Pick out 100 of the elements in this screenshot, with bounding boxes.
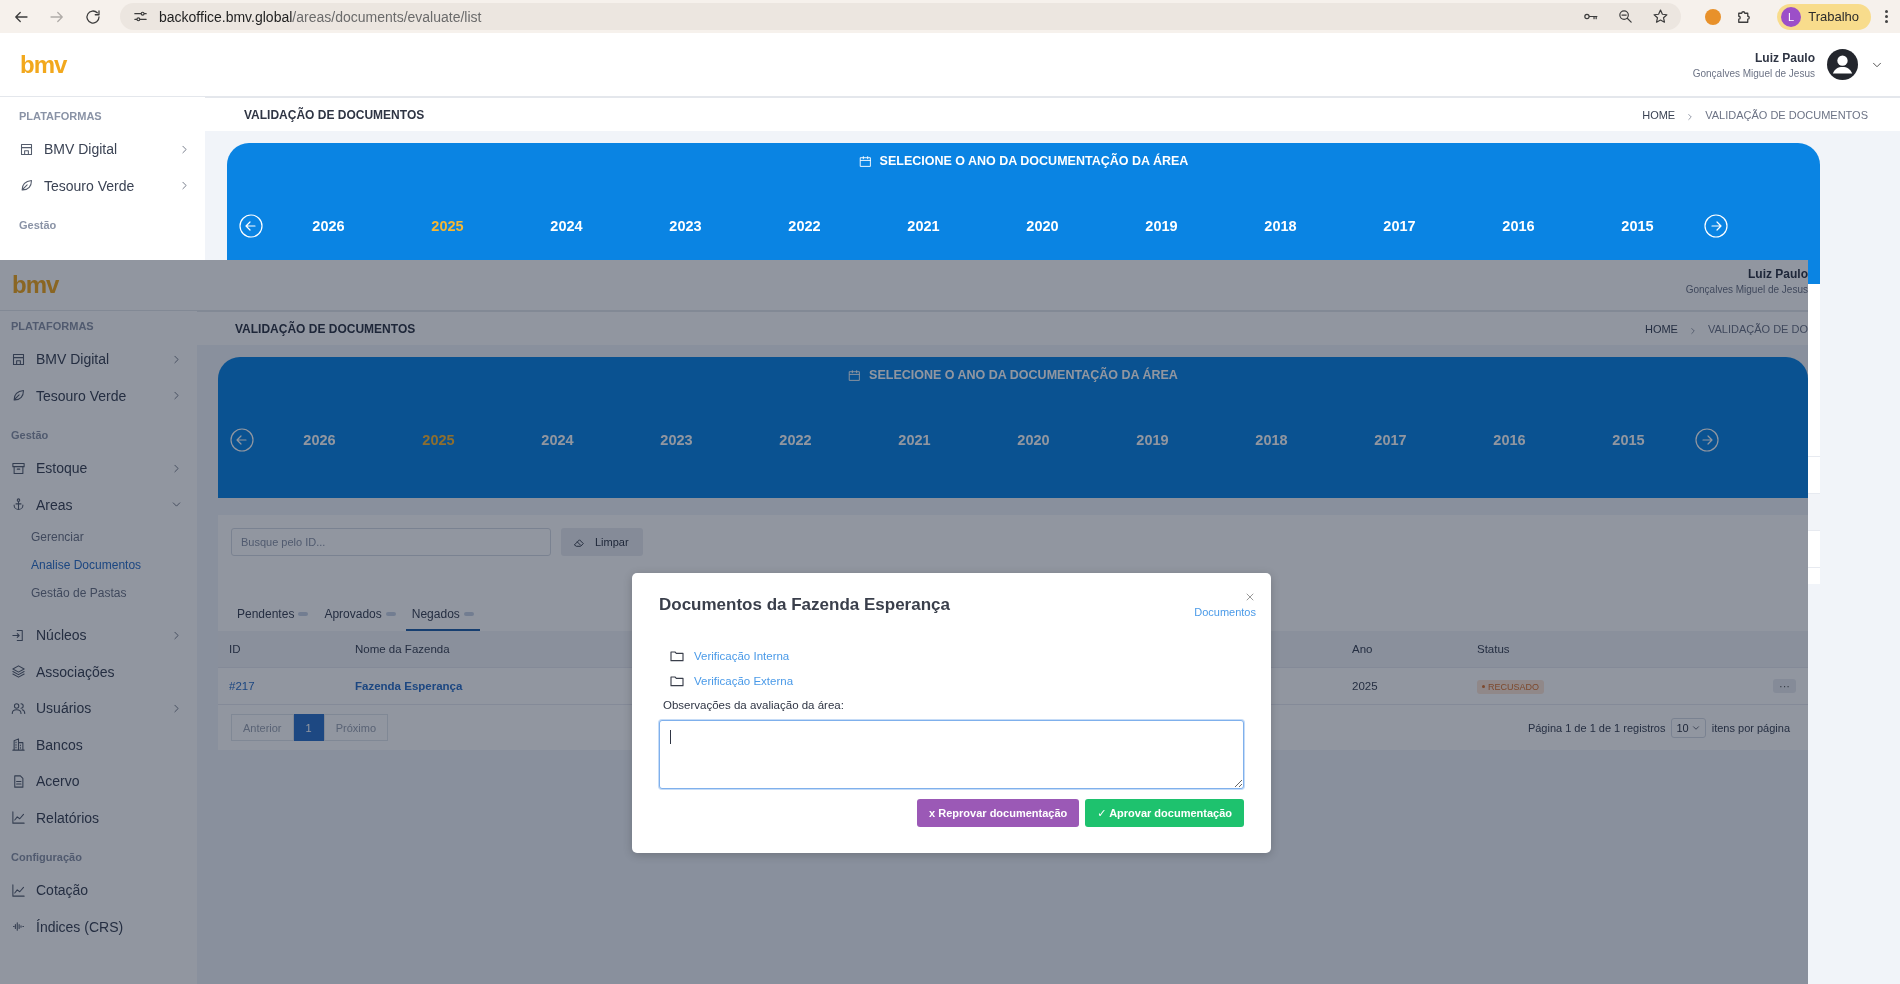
column-header: Status <box>1476 643 1511 655</box>
year-item[interactable]: 2024 <box>507 218 626 234</box>
text-cursor <box>670 730 671 744</box>
sidebar-item[interactable]: Tesouro Verde <box>19 167 191 204</box>
year-item[interactable]: 2019 <box>1102 218 1221 234</box>
breadcrumb-link[interactable]: VALIDAÇÃO DE DOCUMENTOS <box>1705 108 1868 121</box>
zoom-out-icon[interactable] <box>1617 8 1635 25</box>
year-item[interactable]: 2026 <box>260 432 379 448</box>
year-item[interactable]: 2017 <box>1331 432 1450 448</box>
breadcrumb-link[interactable]: HOME <box>1642 108 1676 121</box>
year-item[interactable]: 2023 <box>626 218 745 234</box>
year-item[interactable]: 2025 <box>388 218 507 234</box>
sidebar-item[interactable]: Bancos <box>11 726 183 763</box>
folder-icon <box>669 673 685 689</box>
year-item[interactable]: 2016 <box>1450 432 1569 448</box>
line-chart-icon <box>11 882 26 898</box>
approve-button[interactable]: ✓ Aprovar documentação <box>1085 799 1244 827</box>
folder-icon <box>669 648 685 664</box>
page-button[interactable]: 1 <box>293 714 324 741</box>
login-icon <box>11 627 26 643</box>
search-field[interactable]: Busque pelo ID... <box>231 528 551 556</box>
leaf-icon <box>19 178 34 194</box>
user-name: Luiz Paulo <box>1747 267 1808 281</box>
sidebar-item[interactable]: Usuários <box>11 690 183 727</box>
url-text: backoffice.bmv.global/areas/documents/evaluate/list <box>159 8 482 25</box>
year-item[interactable]: 2020 <box>983 218 1102 234</box>
sidebar-item[interactable]: Acervo <box>11 763 183 800</box>
table-cell[interactable]: #217 <box>218 680 344 692</box>
reject-button[interactable]: x Reprovar documentação <box>917 799 1080 827</box>
submenu-item[interactable]: Gestão de Pastas <box>31 579 127 607</box>
year-card-title: SELECIONE O ANO DA DOCUMENTAÇÃO DA ÁREA <box>879 154 1189 168</box>
arrow-right-icon[interactable] <box>1704 214 1728 238</box>
year-item[interactable]: 2019 <box>1093 432 1212 448</box>
star-icon[interactable] <box>1652 8 1670 25</box>
section-heading: Configuração <box>11 850 83 865</box>
notes-field[interactable] <box>659 720 1244 789</box>
clear-button[interactable]: Limpar <box>561 528 643 556</box>
documents-link[interactable]: Documentos <box>1194 606 1256 618</box>
folder-link[interactable]: Verificação Externa <box>694 675 794 687</box>
tab[interactable]: Pendentes <box>231 601 315 631</box>
sidebar-item[interactable]: Cotação <box>11 872 183 909</box>
section-heading: PLATAFORMAS <box>19 109 103 124</box>
arrow-right-icon[interactable] <box>1695 428 1719 452</box>
logo[interactable]: bmv <box>20 50 67 79</box>
close-icon[interactable] <box>1244 591 1256 603</box>
year-item[interactable]: 2022 <box>745 218 864 234</box>
arrow-left-icon[interactable] <box>239 214 263 238</box>
status-label: RECUSADO <box>1477 679 1544 694</box>
section-heading: PLATAFORMAS <box>11 319 95 334</box>
profile-button[interactable]: L Trabalho <box>1777 3 1871 30</box>
anchor-icon <box>11 497 26 513</box>
leaf-icon <box>11 388 26 404</box>
page-title: VALIDAÇÃO DE DOCUMENTOS <box>235 321 416 336</box>
section-heading: Gestão <box>19 218 58 233</box>
year-item[interactable]: 2021 <box>855 432 974 448</box>
column-header: Ano <box>1351 643 1374 655</box>
year-item[interactable]: 2016 <box>1459 218 1578 234</box>
address-bar[interactable]: backoffice.bmv.global/areas/documents/evaluate/list <box>120 3 1682 30</box>
document-icon <box>11 773 26 789</box>
sidebar-item[interactable]: Núcleos <box>11 617 183 654</box>
page-size-select[interactable]: 10 <box>1671 717 1706 738</box>
year-item[interactable]: 2026 <box>269 218 388 234</box>
calendar-icon <box>848 368 862 382</box>
sidebar-item[interactable]: Areas <box>11 486 183 523</box>
sidebar-item[interactable]: Associações <box>11 653 183 690</box>
breadcrumb-link[interactable]: VALIDAÇÃO DE DO <box>1707 322 1808 335</box>
storefront-icon <box>19 141 34 157</box>
year-item[interactable]: 2022 <box>736 432 855 448</box>
year-item[interactable]: 2023 <box>617 432 736 448</box>
column-header: Nome da Fazenda <box>354 643 451 655</box>
layers-icon <box>11 664 26 680</box>
year-item[interactable]: 2018 <box>1221 218 1340 234</box>
more-button[interactable]: ··· <box>1773 679 1796 693</box>
sidebar-item[interactable]: BMV Digital <box>19 131 191 168</box>
reload-icon[interactable] <box>84 7 102 26</box>
user-subtitle: Gonçalves Miguel de Jesus <box>1685 284 1808 295</box>
year-item[interactable]: 2015 <box>1569 432 1688 448</box>
year-item[interactable]: 2018 <box>1212 432 1331 448</box>
avatar-icon[interactable] <box>1827 49 1858 80</box>
sidebar-item[interactable]: BMV Digital <box>11 341 183 378</box>
submenu-item[interactable]: Gerenciar <box>31 523 84 551</box>
section-heading: Gestão <box>11 428 50 443</box>
year-item[interactable]: 2021 <box>864 218 983 234</box>
profile-avatar: L <box>1781 6 1802 27</box>
submenu-item[interactable]: Analise Documentos <box>31 551 142 579</box>
year-item[interactable]: 2020 <box>974 432 1093 448</box>
year-item[interactable]: 2017 <box>1340 218 1459 234</box>
sidebar-item[interactable]: Tesouro Verde <box>11 377 183 414</box>
year-item[interactable]: 2015 <box>1578 218 1697 234</box>
year-item[interactable]: 2024 <box>498 432 617 448</box>
page-size-label: itens por página <box>1711 721 1790 734</box>
sidebar-item[interactable]: Relatórios <box>11 799 183 836</box>
breadcrumb-link[interactable]: HOME <box>1644 322 1678 335</box>
calendar-icon <box>858 154 872 168</box>
sidebar-item[interactable]: Índices (CRS) <box>11 908 183 945</box>
arrow-left-icon[interactable] <box>230 428 254 452</box>
folder-link[interactable]: Verificação Interna <box>694 650 790 662</box>
sidebar-item[interactable]: Estoque <box>11 450 183 487</box>
tab[interactable]: Aprovados <box>318 601 402 631</box>
page-summary: Página 1 de 1 de 1 registros <box>1527 721 1666 734</box>
